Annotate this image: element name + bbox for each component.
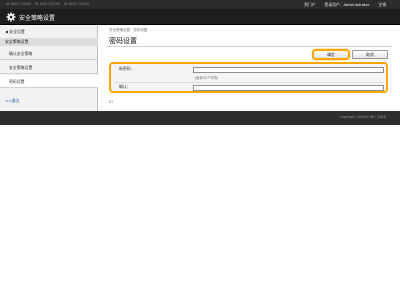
top-logout-link[interactable]: 注销	[378, 2, 386, 8]
login-user-name: Administrator	[343, 2, 370, 7]
max-length-hint: (最多32个字符)	[195, 76, 219, 80]
copyright-text: Copyright CANON INC. 2016	[339, 115, 386, 119]
sidebar-exit-link[interactable]: <<退出	[5, 98, 19, 104]
sidebar-item-password-settings[interactable]: 密码设置	[0, 75, 98, 88]
login-user-info: 登录用户：Administrator	[325, 2, 370, 8]
app-title: 安全策略设置	[19, 15, 56, 22]
confirm-password-input[interactable]	[193, 85, 384, 91]
device-crumb[interactable]: iR-ADV C5560	[64, 2, 89, 6]
top-bar: iR-ADV C5560 iR-ADV C5550 iR-ADV C5560 到…	[0, 0, 400, 9]
sidebar-item-policy-settings[interactable]: 安全策略设置	[0, 61, 98, 74]
sidebar: ◀ 安全设置 安全策略设置 确认安全策略 安全策略设置 密码设置 <<退出	[0, 25, 98, 111]
breadcrumb: 安全策略设置 : 密码设置	[109, 28, 148, 32]
password-form: 新密码： (最多32个字符) 确认：	[109, 62, 388, 93]
page-title: 密码设置	[109, 37, 137, 45]
new-password-label: 新密码：	[119, 66, 135, 71]
device-crumb[interactable]: iR-ADV C5550	[35, 2, 60, 6]
device-breadcrumbs: iR-ADV C5560 iR-ADV C5550 iR-ADV C5560	[6, 2, 89, 6]
footer: Copyright CANON INC. 2016	[0, 111, 400, 125]
sidebar-section-title: 安全策略设置	[0, 38, 98, 46]
form-row-divider	[115, 82, 384, 83]
gear-icon	[6, 12, 16, 22]
top-bar-right: 到门户 登录用户：Administrator 注销	[304, 2, 386, 8]
confirm-password-label: 确认：	[119, 84, 131, 89]
cancel-button[interactable]: 取消	[352, 50, 388, 59]
title-bar: 安全策略设置	[0, 9, 400, 25]
footnote-mark: ☐	[109, 99, 113, 104]
main-content: 安全策略设置 : 密码设置 密码设置 确定 取消 新密码： (最多32个字符) …	[99, 25, 400, 111]
login-user-label: 登录用户：	[324, 2, 344, 7]
title-divider	[107, 46, 392, 47]
back-to-security-settings-link[interactable]: ◀ 安全设置	[5, 29, 25, 35]
sidebar-item-confirm-policy[interactable]: 确认安全策略	[0, 47, 98, 60]
new-password-input[interactable]	[193, 67, 384, 73]
ok-button[interactable]: 确定	[313, 50, 349, 59]
portal-link[interactable]: 到门户	[304, 2, 315, 8]
device-crumb[interactable]: iR-ADV C5560	[6, 2, 31, 6]
